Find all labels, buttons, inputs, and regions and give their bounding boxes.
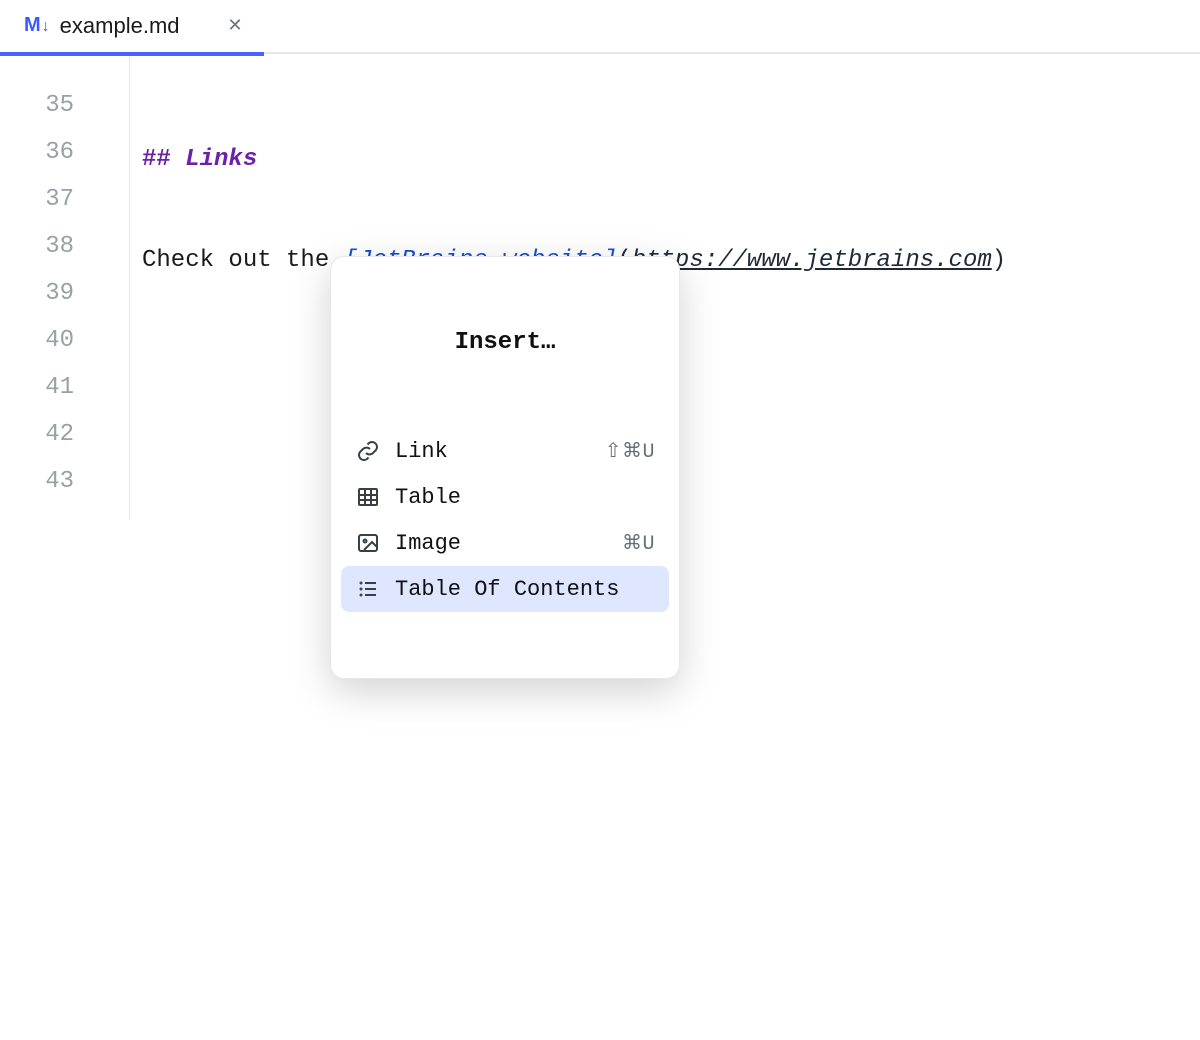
menu-item-label: Table	[395, 485, 655, 510]
insert-menu-item-table[interactable]: Table	[341, 474, 669, 520]
heading-marker: ##	[142, 146, 185, 173]
code-line-42[interactable]	[130, 843, 1200, 890]
insert-menu-item-image[interactable]: Image ⌘U	[341, 520, 669, 566]
line-number: 35	[0, 82, 129, 129]
line-number-gutter: 353637383940414243	[0, 56, 130, 520]
markdown-arrow: ↓	[42, 18, 50, 36]
url-close-paren: )	[992, 247, 1006, 274]
code-line-35[interactable]: ## Links	[130, 136, 1200, 183]
menu-item-shortcut: ⌘U	[622, 530, 655, 556]
file-tab[interactable]: M ↓ example.md ✕	[10, 5, 257, 47]
table-icon	[355, 484, 381, 510]
line-number: 42	[0, 411, 129, 458]
line-number: 36	[0, 129, 129, 176]
line-number: 40	[0, 317, 129, 364]
heading-text: Links	[185, 146, 257, 173]
line-number: 38	[0, 223, 129, 270]
markdown-file-icon: M ↓	[24, 14, 50, 37]
tab-filename: example.md	[60, 13, 180, 39]
insert-menu-item-link[interactable]: Link ⇧⌘U	[341, 428, 669, 474]
code-line-41[interactable]	[130, 742, 1200, 789]
menu-item-label: Image	[395, 531, 608, 556]
menu-item-label: Link	[395, 439, 591, 464]
popup-title: Insert…	[341, 329, 669, 356]
code-area[interactable]: ## Links Check out the [JetBrains websit…	[130, 56, 1200, 520]
insert-menu-item-table-of-contents[interactable]: Table Of Contents	[341, 566, 669, 612]
link-prefix-text: Check out the	[142, 247, 344, 274]
insert-popup: Insert… Link ⇧⌘U Table Image ⌘U Table Of Cont…	[330, 256, 680, 679]
menu-item-label: Table Of Contents	[395, 577, 655, 602]
line-number: 43	[0, 458, 129, 505]
link-url: https://www.jetbrains.com	[632, 247, 992, 274]
tab-bar: M ↓ example.md ✕	[0, 0, 1200, 52]
line-number: 41	[0, 364, 129, 411]
code-line-43[interactable]	[130, 944, 1200, 991]
link-icon	[355, 438, 381, 464]
markdown-m: M	[24, 14, 40, 37]
close-icon[interactable]: ✕	[228, 15, 243, 36]
line-number: 37	[0, 176, 129, 223]
image-icon	[355, 530, 381, 556]
editor: 353637383940414243 ## Links Check out th…	[0, 56, 1200, 520]
menu-item-shortcut: ⇧⌘U	[605, 438, 655, 464]
line-number: 39	[0, 270, 129, 317]
toc-icon	[355, 576, 381, 602]
